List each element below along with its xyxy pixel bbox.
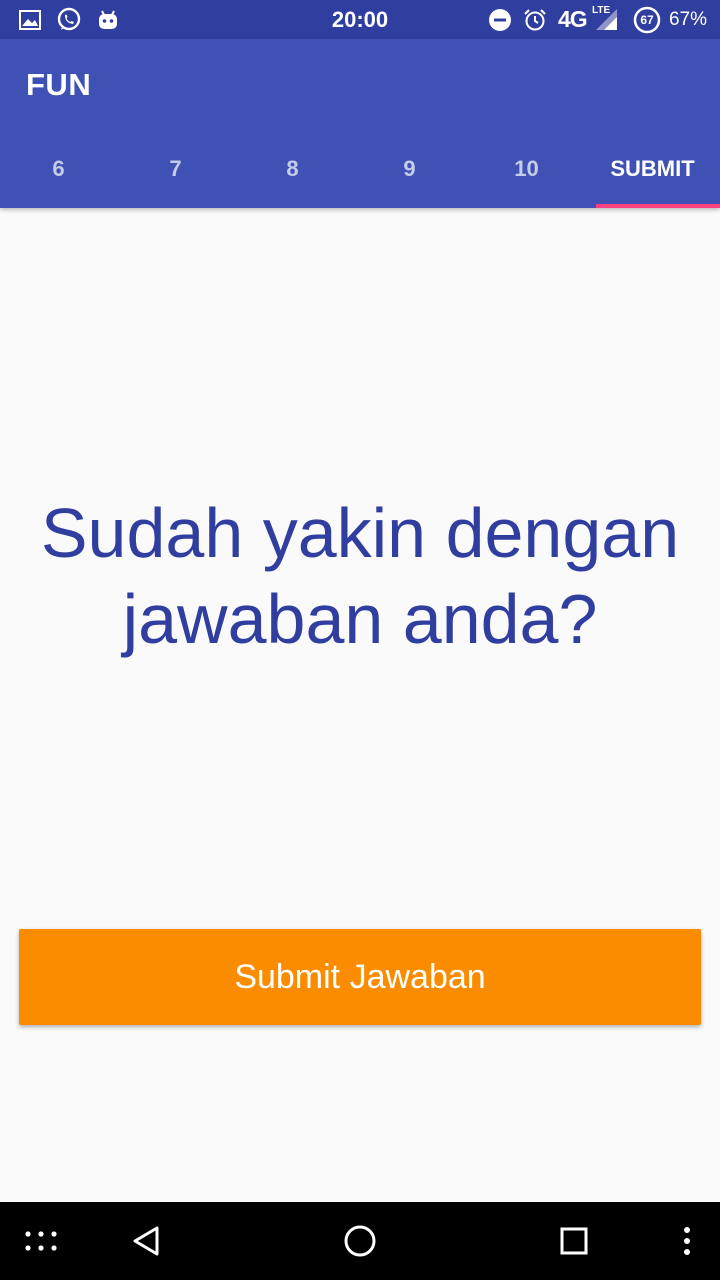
alarm-icon (522, 0, 548, 39)
back-icon[interactable] (126, 1202, 166, 1280)
more-vert-icon[interactable] (674, 1202, 700, 1280)
tab-bar: 6 7 8 9 10 SUBMIT (0, 130, 720, 208)
signal-icon: 4G LTE (558, 0, 624, 39)
question-line-2: jawaban anda? (122, 580, 598, 658)
whatsapp-icon (55, 0, 83, 39)
tab-9[interactable]: 9 (351, 130, 468, 208)
question-line-1: Sudah yakin dengan (40, 494, 680, 572)
tab-submit[interactable]: SUBMIT (585, 130, 720, 208)
battery-icon: 67 (632, 0, 662, 39)
status-bar: 20:00 4G LTE 67 67% (0, 0, 720, 39)
submit-answer-button[interactable]: Submit Jawaban (19, 929, 701, 1025)
tab-8[interactable]: 8 (234, 130, 351, 208)
gallery-icon (18, 0, 42, 39)
tab-7[interactable]: 7 (117, 130, 234, 208)
do-not-disturb-icon (487, 0, 513, 39)
app-title: FUN (26, 67, 92, 102)
network-type: 4G (558, 6, 588, 32)
android-icon (96, 0, 120, 39)
battery-badge: 67 (640, 12, 654, 27)
battery-percent: 67% (668, 8, 708, 30)
status-time: 20:00 (331, 6, 389, 32)
tab-10[interactable]: 10 (468, 130, 585, 208)
apps-dots-icon[interactable] (20, 1202, 62, 1280)
navigation-bar (0, 1202, 720, 1280)
tab-6[interactable]: 6 (0, 130, 117, 208)
app-bar: FUN 6 7 8 9 10 SUBMIT (0, 39, 720, 208)
confirmation-question: Sudah yakin dengan jawaban anda? (0, 490, 720, 662)
recents-icon[interactable] (556, 1202, 592, 1280)
home-icon[interactable] (338, 1202, 382, 1280)
